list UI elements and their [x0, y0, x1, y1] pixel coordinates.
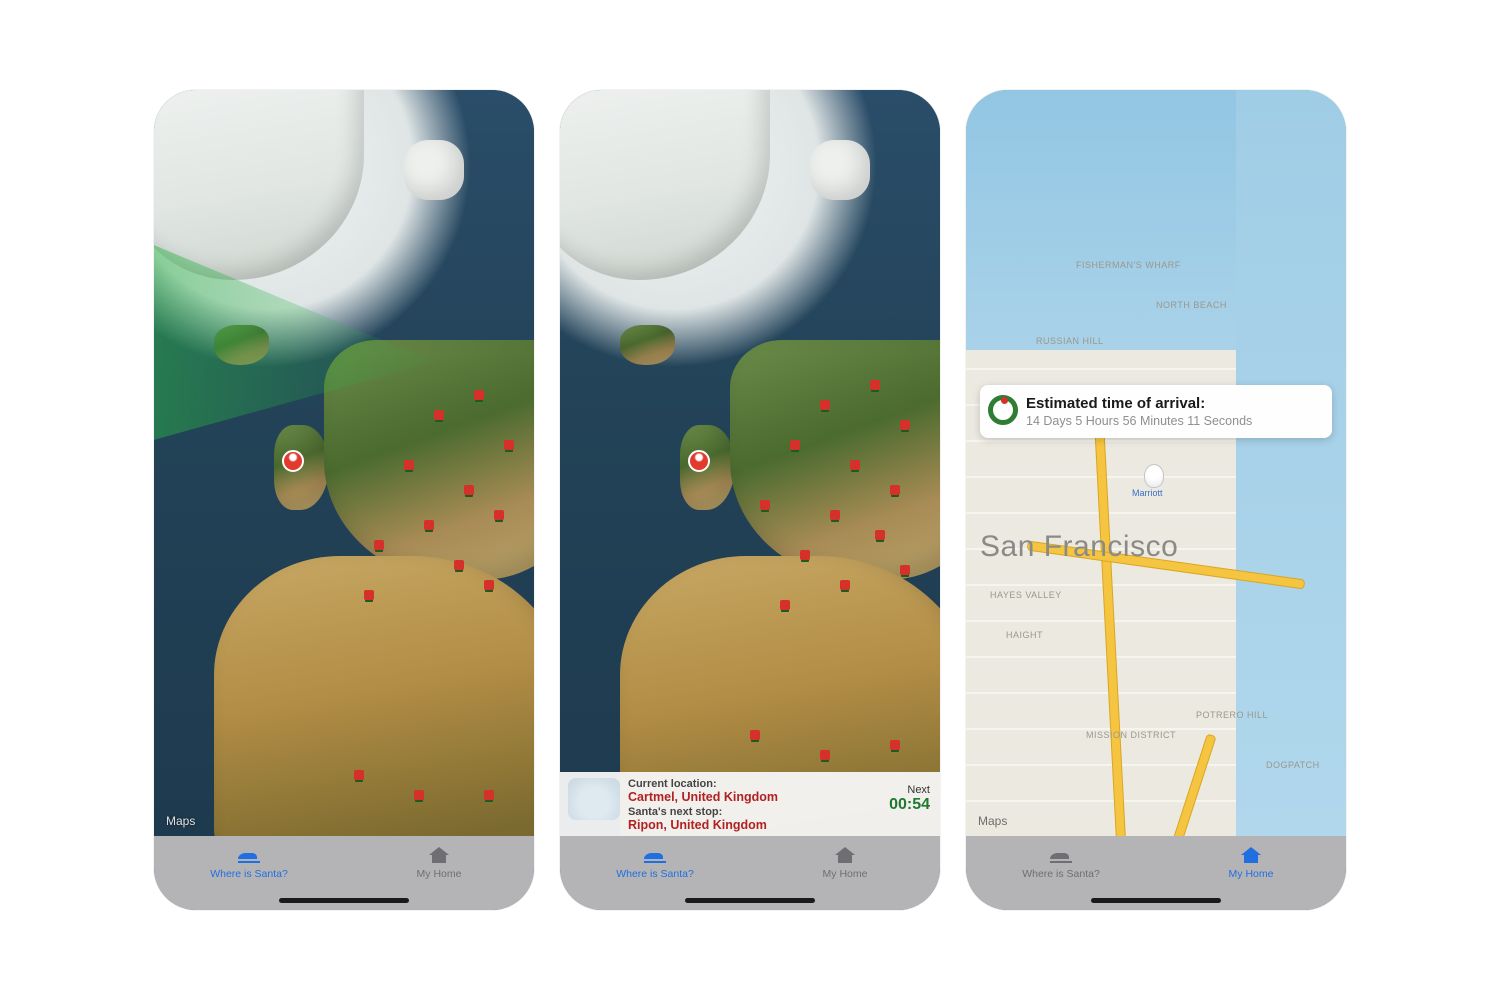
tab-label: My Home	[823, 868, 868, 880]
gift-pin[interactable]	[820, 400, 830, 410]
tab-bar: Where is Santa? My Home	[966, 836, 1346, 910]
sleigh-icon	[641, 844, 669, 866]
gift-pin[interactable]	[890, 485, 900, 495]
street-map[interactable]: FISHERMAN'S WHARF NORTH BEACH RUSSIAN HI…	[966, 90, 1346, 836]
tab-label: Where is Santa?	[616, 868, 694, 880]
gift-pin[interactable]	[760, 500, 770, 510]
gift-pin[interactable]	[424, 520, 434, 530]
screenshot-2: Current location: Cartmel, United Kingdo…	[560, 90, 940, 910]
gift-pin[interactable]	[364, 590, 374, 600]
gift-pin[interactable]	[900, 420, 910, 430]
eta-countdown: 14 Days 5 Hours 56 Minutes 11 Seconds	[1026, 414, 1320, 428]
tab-label: My Home	[417, 868, 462, 880]
eta-card: Estimated time of arrival: 14 Days 5 Hou…	[980, 385, 1332, 438]
gift-pin[interactable]	[464, 485, 474, 495]
maps-attribution: Maps	[978, 814, 1007, 828]
maps-attribution: Maps	[166, 814, 195, 828]
wreath-icon	[988, 395, 1018, 425]
gift-pin[interactable]	[484, 580, 494, 590]
current-location-label: Current location:	[628, 778, 889, 790]
gift-pin[interactable]	[900, 565, 910, 575]
gift-pin[interactable]	[790, 440, 800, 450]
status-panel: Current location: Cartmel, United Kingdo…	[560, 772, 940, 836]
east-water	[1236, 90, 1346, 836]
gift-pin[interactable]	[780, 600, 790, 610]
home-icon	[1237, 844, 1265, 866]
satellite-map[interactable]: Maps	[154, 90, 534, 836]
gift-pin[interactable]	[750, 730, 760, 740]
satellite-map[interactable]: Current location: Cartmel, United Kingdo…	[560, 90, 940, 836]
tab-label: Where is Santa?	[1022, 868, 1100, 880]
neighborhood-label: MISSION DISTRICT	[1086, 730, 1176, 740]
screenshot-1: Maps Where is Santa? My Home	[154, 90, 534, 910]
tab-bar: Where is Santa? My Home	[154, 836, 534, 910]
home-icon	[425, 844, 453, 866]
gift-pin[interactable]	[830, 510, 840, 520]
status-text: Current location: Cartmel, United Kingdo…	[628, 778, 889, 834]
neighborhood-label: POTRERO HILL	[1196, 710, 1268, 720]
home-indicator[interactable]	[279, 898, 409, 903]
gift-pin[interactable]	[354, 770, 364, 780]
next-stop-value: Ripon, United Kingdom	[628, 818, 889, 832]
gift-pin[interactable]	[875, 530, 885, 540]
sleigh-icon	[235, 844, 263, 866]
tab-label: My Home	[1229, 868, 1274, 880]
home-location-pin[interactable]	[1144, 464, 1164, 488]
home-indicator[interactable]	[685, 898, 815, 903]
gift-pin[interactable]	[504, 440, 514, 450]
gift-pin[interactable]	[414, 790, 424, 800]
neighborhood-label: HAIGHT	[1006, 630, 1043, 640]
gift-pin[interactable]	[434, 410, 444, 420]
tab-bar: Where is Santa? My Home	[560, 836, 940, 910]
landmass	[810, 140, 870, 200]
neighborhood-label: RUSSIAN HILL	[1036, 336, 1104, 346]
gift-pin[interactable]	[890, 740, 900, 750]
gift-pin[interactable]	[494, 510, 504, 520]
sleigh-illustration	[568, 778, 620, 820]
gift-pin[interactable]	[484, 790, 494, 800]
sleigh-icon	[1047, 844, 1075, 866]
city-label: San Francisco	[980, 530, 1178, 564]
neighborhood-label: NORTH BEACH	[1156, 300, 1227, 310]
eta-title: Estimated time of arrival:	[1026, 395, 1320, 412]
home-icon	[831, 844, 859, 866]
neighborhood-label: HAYES VALLEY	[990, 590, 1062, 600]
neighborhood-label: FISHERMAN'S WHARF	[1076, 260, 1181, 270]
home-indicator[interactable]	[1091, 898, 1221, 903]
screenshot-3: FISHERMAN'S WHARF NORTH BEACH RUSSIAN HI…	[966, 90, 1346, 910]
countdown: Next 00:54	[889, 778, 930, 814]
gift-pin[interactable]	[404, 460, 414, 470]
home-pin-label: Marriott	[1132, 488, 1163, 498]
landmass	[404, 140, 464, 200]
gift-pin[interactable]	[870, 380, 880, 390]
santa-location-pin[interactable]	[282, 450, 304, 472]
neighborhood-label: DOGPATCH	[1266, 760, 1320, 770]
next-time: 00:54	[889, 796, 930, 814]
gift-pin[interactable]	[820, 750, 830, 760]
gift-pin[interactable]	[850, 460, 860, 470]
next-stop-label: Santa's next stop:	[628, 806, 889, 818]
next-label: Next	[889, 784, 930, 796]
santa-location-pin[interactable]	[688, 450, 710, 472]
current-location-value: Cartmel, United Kingdom	[628, 790, 889, 804]
gift-pin[interactable]	[454, 560, 464, 570]
gift-pin[interactable]	[840, 580, 850, 590]
gift-pin[interactable]	[800, 550, 810, 560]
gift-pin[interactable]	[374, 540, 384, 550]
landmass	[620, 325, 675, 365]
gift-pin[interactable]	[474, 390, 484, 400]
tab-label: Where is Santa?	[210, 868, 288, 880]
